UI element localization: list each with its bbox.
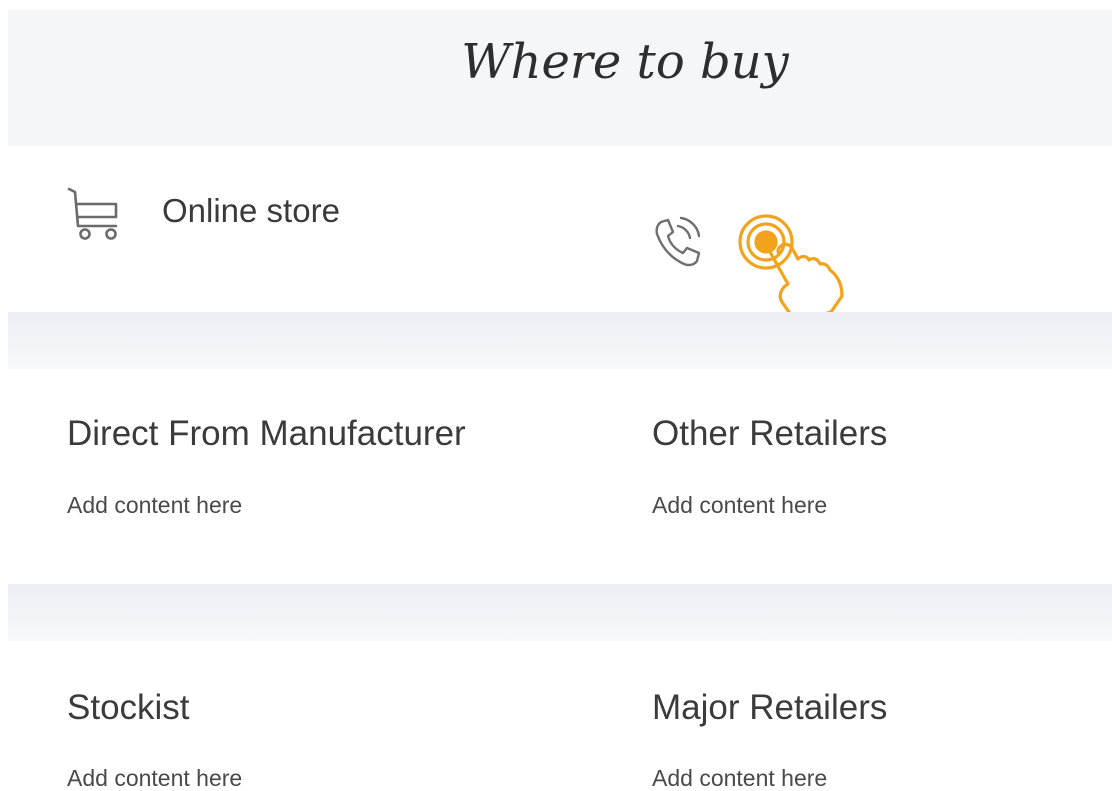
section-title-major-retailers: Major Retailers xyxy=(652,688,888,727)
section-title-direct-from-manufacturer: Direct From Manufacturer xyxy=(67,414,466,453)
section-body-direct-from-manufacturer: Add content here xyxy=(67,492,243,518)
section-title-stockist: Stockist xyxy=(67,688,190,727)
section-divider-band xyxy=(8,584,1112,641)
section-body-major-retailers: Add content here xyxy=(652,765,828,791)
section-body-stockist: Add content here xyxy=(67,765,243,791)
section-body-other-retailers: Add content here xyxy=(652,492,828,518)
section-title-other-retailers: Other Retailers xyxy=(652,414,888,453)
where-to-buy-page: Where to buy Online store Direct From Ma… xyxy=(0,0,1112,791)
shopping-cart-icon[interactable] xyxy=(66,186,122,244)
header-banner: Where to buy xyxy=(8,10,1112,146)
online-store-label[interactable]: Online store xyxy=(162,192,340,230)
phone-ringing-icon[interactable] xyxy=(648,212,708,272)
page-title: Where to buy xyxy=(461,34,789,90)
section-divider-band xyxy=(8,312,1112,369)
